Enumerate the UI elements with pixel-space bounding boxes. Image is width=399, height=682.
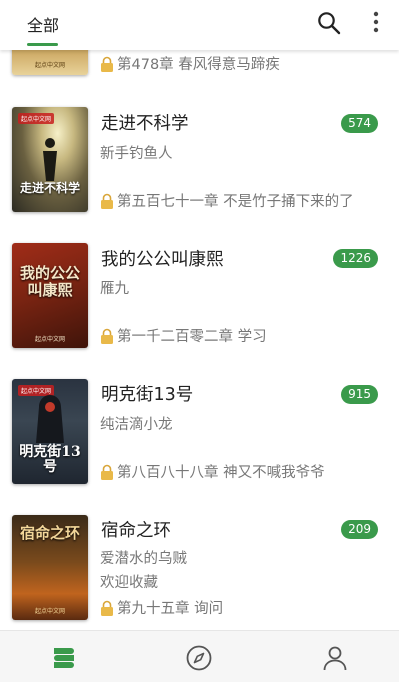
chapter-text: 第478章 春风得意马蹄疾 (117, 57, 280, 73)
chapter-text: 第九十五章 询问 (117, 601, 224, 617)
search-icon[interactable] (316, 10, 342, 36)
latest-chapter: 第五百七十一章 不是竹子捅下来的了 (100, 190, 354, 211)
book-author: 雁九 (100, 281, 129, 297)
update-count-badge: 209 (341, 520, 378, 539)
book-note: 欢迎收藏 (100, 575, 158, 591)
cover-title: 我的公公叫康熙 (19, 264, 80, 299)
update-count-badge: 1226 (333, 249, 378, 268)
bookshelf-icon[interactable] (50, 644, 78, 672)
cover-figure-icon (43, 138, 57, 181)
cover-publisher-label: 起点中文网 (34, 336, 65, 343)
bottom-navigation (0, 630, 399, 682)
book-author: 纯洁滴小龙 (100, 417, 173, 433)
update-count-badge: 574 (341, 114, 378, 133)
latest-chapter: 第一千二百零二章 学习 (100, 325, 267, 346)
more-options-icon[interactable] (366, 10, 386, 36)
lock-icon (101, 193, 113, 209)
lock-icon (101, 56, 113, 72)
book-author: 爱潜水的乌贼 (100, 551, 187, 567)
cover-publisher-badge: 起点中文网 (18, 113, 55, 124)
latest-chapter: 第九十五章 询问 (100, 597, 223, 618)
chapter-text: 第五百七十一章 不是竹子捅下来的了 (117, 194, 354, 210)
book-item[interactable]: 我的公公叫康熙 起点中文网 我的公公叫康熙 1226 雁九 第一千二百零二章 学… (0, 243, 399, 378)
lock-icon (101, 328, 113, 344)
cover-publisher-label: 起点中文网 (34, 62, 65, 69)
cover-title: 走进不科学 (19, 181, 80, 195)
book-title: 走进不科学 (101, 114, 189, 134)
tab-all[interactable]: 全部 (27, 12, 59, 36)
lock-icon (101, 600, 113, 616)
book-cover[interactable]: 起点中文网 走进不科学 (12, 107, 88, 212)
book-item[interactable]: 起点中文网 明克街13号 明克街13号 915 纯洁滴小龙 第八百八十八章 神又… (0, 379, 399, 514)
profile-icon[interactable] (321, 644, 349, 672)
tab-indicator (27, 43, 58, 46)
top-app-bar: 全部 (0, 0, 399, 50)
book-item[interactable]: 宿命之环 起点中文网 宿命之环 209 爱潜水的乌贼 欢迎收藏 第九十五章 询问 (0, 515, 399, 630)
book-title: 我的公公叫康熙 (101, 250, 224, 270)
book-cover[interactable]: 起点中文网 明克街13号 (12, 379, 88, 484)
cover-figure-icon (36, 395, 64, 443)
latest-chapter: 第478章 春风得意马蹄疾 (100, 53, 280, 74)
book-title: 宿命之环 (101, 521, 171, 541)
chapter-text: 第一千二百零二章 学习 (117, 329, 267, 345)
cover-title: 宿命之环 (19, 524, 80, 542)
chapter-text: 第八百八十八章 神又不喊我爷爷 (117, 465, 325, 481)
bookshelf-list: 起点中文网 第478章 春风得意马蹄疾 起点中文网 走进不科学 走进不科学 57… (0, 0, 399, 630)
update-count-badge: 915 (341, 385, 378, 404)
cover-publisher-label: 起点中文网 (34, 608, 65, 615)
book-cover[interactable]: 我的公公叫康熙 起点中文网 (12, 243, 88, 348)
latest-chapter: 第八百八十八章 神又不喊我爷爷 (100, 461, 325, 482)
book-title: 明克街13号 (101, 385, 194, 405)
book-item[interactable]: 起点中文网 走进不科学 走进不科学 574 新手钓鱼人 第五百七十一章 不是竹子… (0, 107, 399, 242)
book-cover[interactable]: 宿命之环 起点中文网 (12, 515, 88, 620)
cover-title: 明克街13号 (19, 444, 81, 475)
lock-icon (101, 464, 113, 480)
compass-icon[interactable] (185, 644, 213, 672)
book-author: 新手钓鱼人 (100, 146, 173, 162)
